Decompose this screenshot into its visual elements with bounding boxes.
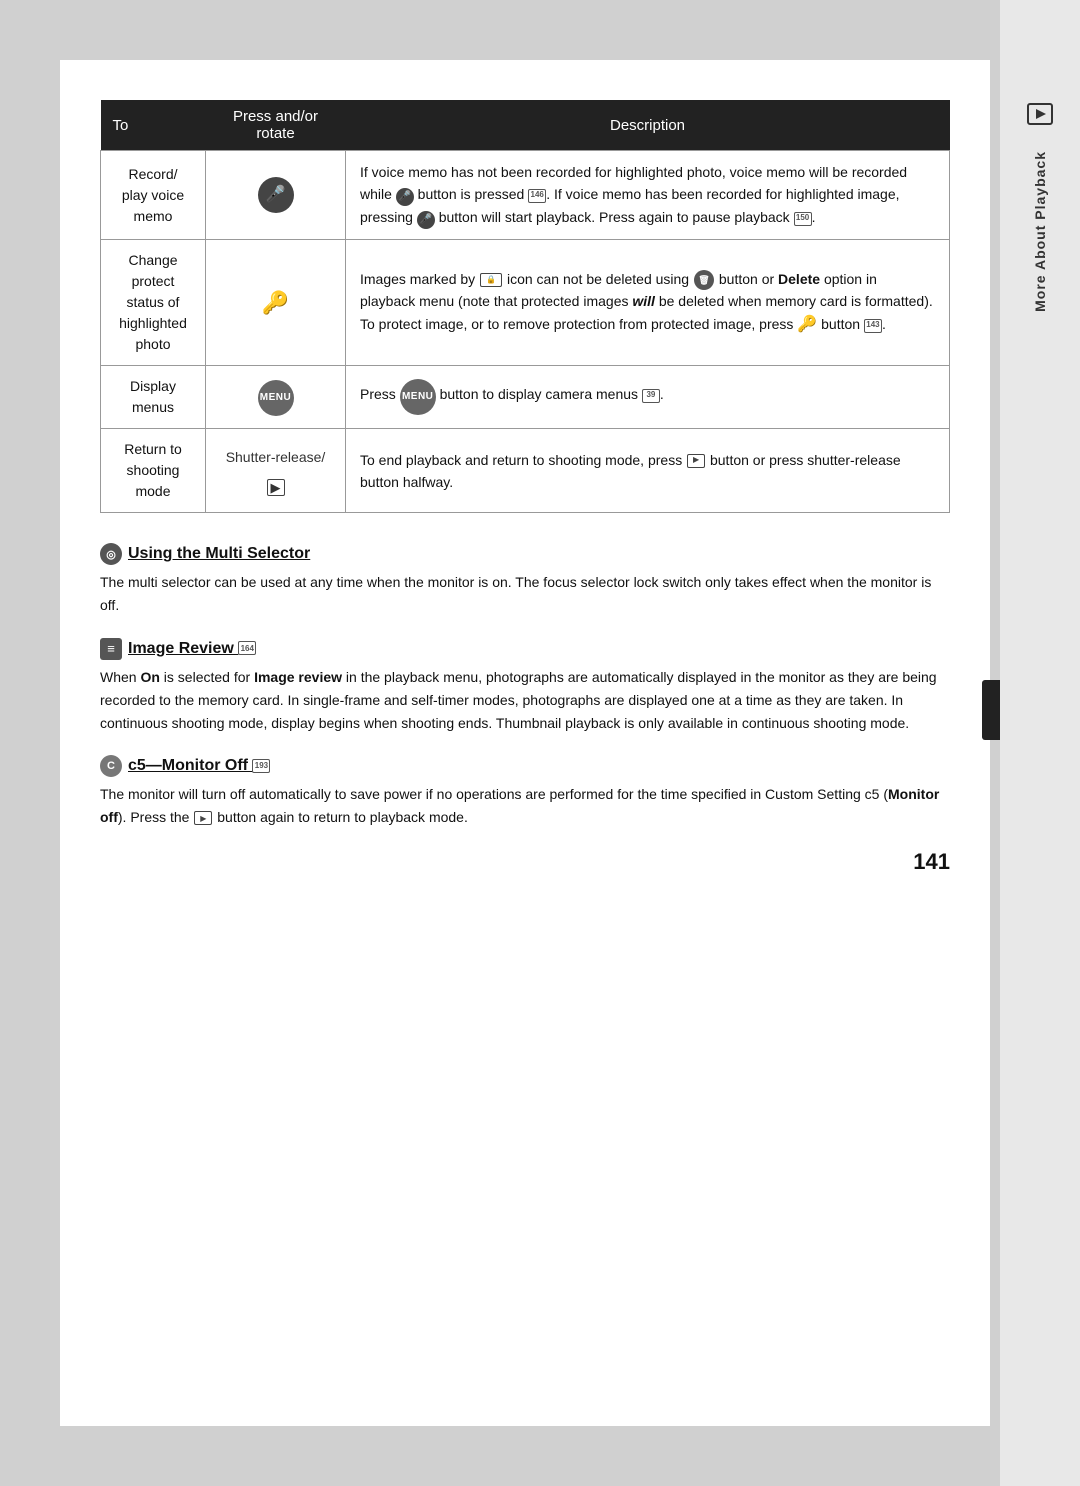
section-title-multi: ◎ Using the Multi Selector xyxy=(100,543,950,565)
section-title-monitor-off: C c5—Monitor Off 193 xyxy=(100,755,950,777)
section-title-text-multi: Using the Multi Selector xyxy=(128,545,310,563)
table-row: Record/play voicememo 🎤 If voice memo ha… xyxy=(101,151,950,240)
col-header-desc: Description xyxy=(346,100,950,151)
menu-button-icon: MENU xyxy=(258,380,294,416)
section-multi-selector: ◎ Using the Multi Selector The multi sel… xyxy=(100,543,950,617)
delete-btn-icon: 🗑 xyxy=(694,270,714,290)
col-header-to: To xyxy=(101,100,206,151)
section-body-image-review: When On is selected for Image review in … xyxy=(100,666,950,735)
monitor-off-icon: C xyxy=(100,755,122,777)
col-header-press: Press and/or rotate xyxy=(206,100,346,151)
shutter-release-label: Shutter-release/▶ xyxy=(226,449,326,495)
key-icon: 🔑 xyxy=(262,290,289,315)
to-cell-protect: Changeprotectstatus ofhighlightedphoto xyxy=(101,240,206,366)
section-title-text-image-review: Image Review 164 xyxy=(128,640,256,658)
sidebar-label: More About Playback xyxy=(1032,151,1048,312)
to-cell-return: Return toshootingmode xyxy=(101,429,206,513)
microphone-icon: 🎤 xyxy=(258,177,294,213)
desc-cell-protect: Images marked by 🔒 icon can not be delet… xyxy=(346,240,950,366)
ref-icon-193: 193 xyxy=(252,759,270,773)
ref-icon-143: 143 xyxy=(864,319,882,333)
desc-cell-menu: Press MENU button to display camera menu… xyxy=(346,366,950,429)
ref-icon-39: 39 xyxy=(642,389,660,403)
desc-cell-return: To end playback and return to shooting m… xyxy=(346,429,950,513)
section-title-text-monitor-off: c5—Monitor Off 193 xyxy=(128,757,270,775)
playback-table: To Press and/or rotate Description Recor… xyxy=(100,100,950,513)
section-title-image-review: ≡ Image Review 164 xyxy=(100,638,950,660)
press-cell-menu: MENU xyxy=(206,366,346,429)
inline-voice-icon: 🎤 xyxy=(396,188,414,206)
section-image-review: ≡ Image Review 164 When On is selected f… xyxy=(100,638,950,735)
playback-btn-icon2: ▶ xyxy=(194,811,212,825)
table-row: Changeprotectstatus ofhighlightedphoto 🔑… xyxy=(101,240,950,366)
multi-selector-icon: ◎ xyxy=(100,543,122,565)
ref-icon-146: 146 xyxy=(528,189,546,203)
ref-icon-150: 150 xyxy=(794,212,812,226)
press-cell-return: Shutter-release/▶ xyxy=(206,429,346,513)
ref-icon-164: 164 xyxy=(238,641,256,655)
section-body-monitor-off: The monitor will turn off automatically … xyxy=(100,783,950,829)
sidebar-playback-icon xyxy=(1026,100,1054,133)
to-cell-voice: Record/play voicememo xyxy=(101,151,206,240)
table-row: Displaymenus MENU Press MENU button to d… xyxy=(101,366,950,429)
desc-cell-voice: If voice memo has not been recorded for … xyxy=(346,151,950,240)
key-inline-icon: 🔑 xyxy=(797,316,817,333)
section-body-multi: The multi selector can be used at any ti… xyxy=(100,571,950,617)
image-review-icon: ≡ xyxy=(100,638,122,660)
press-cell-voice: 🎤 xyxy=(206,151,346,240)
press-cell-protect: 🔑 xyxy=(206,240,346,366)
to-cell-menu: Displaymenus xyxy=(101,366,206,429)
section-monitor-off: C c5—Monitor Off 193 The monitor will tu… xyxy=(100,755,950,829)
page-number: 141 xyxy=(100,849,950,875)
sidebar: More About Playback xyxy=(1000,0,1080,1486)
protect-mark-icon: 🔒 xyxy=(480,273,502,287)
menu-inline-icon: MENU xyxy=(400,379,436,415)
sidebar-black-tab xyxy=(982,680,1000,740)
table-row: Return toshootingmode Shutter-release/▶ … xyxy=(101,429,950,513)
page-content: To Press and/or rotate Description Recor… xyxy=(60,60,990,1426)
inline-voice-icon2: 🎤 xyxy=(417,211,435,229)
playback-btn-icon: ▶ xyxy=(687,454,705,468)
